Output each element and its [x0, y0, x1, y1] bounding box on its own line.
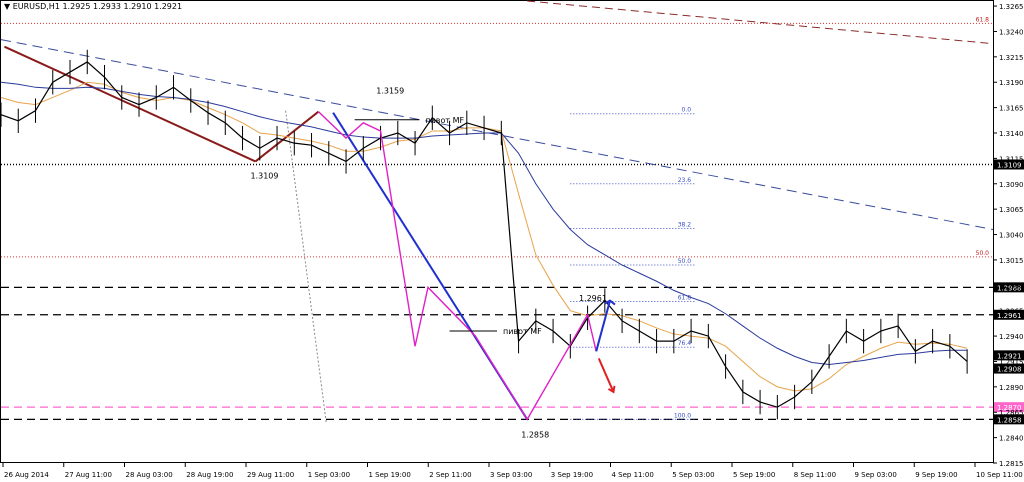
x-tick-label: 1 Sep 03:00 — [308, 471, 350, 479]
x-tick-label: 2 Sep 11:00 — [429, 471, 471, 479]
y-tick-label: 1.2990 — [999, 282, 1024, 290]
x-tick-label: 9 Sep 19:00 — [915, 471, 957, 479]
up-forecast-arrow — [595, 300, 611, 352]
red-level-label: 61.8 — [976, 16, 990, 23]
annotation-label: пивот MF — [503, 327, 542, 336]
fib-level-label: 100.0 — [674, 412, 691, 419]
x-tick-label: 9 Sep 03:00 — [855, 471, 897, 479]
annotation-label: 1.2858 — [521, 430, 549, 439]
upper-trendline — [527, 0, 994, 45]
y-tick-label: 1.2865 — [999, 409, 1024, 417]
fib-level-label: 23.6 — [678, 177, 692, 184]
x-tick-label: 10 Sep 11:00 — [976, 471, 1023, 479]
x-tick-label: 5 Sep 03:00 — [672, 471, 714, 479]
annotation-layer: 1.3159 1.3109 1.2961 1.2858 пивот MF пивот MF… — [250, 87, 1024, 439]
x-tick-label: 28 Aug 03:00 — [126, 471, 173, 479]
y-tick-label: 1.2965 — [999, 308, 1024, 316]
y-tick-label: 1.2815 — [999, 460, 1024, 468]
x-tick-label: 8 Sep 11:00 — [794, 471, 836, 479]
x-tick-label: 1 Sep 19:00 — [369, 471, 411, 479]
y-tick-label: 1.3090 — [999, 181, 1024, 189]
y-tick-label: 1.3115 — [999, 155, 1024, 163]
level-price-tag-text: 1.2858 — [997, 416, 1022, 424]
x-tick-label: 27 Aug 11:00 — [65, 471, 112, 479]
price-chart[interactable]: 61.850.01.31091.29881.29611.28701.2858 0… — [0, 0, 1024, 482]
x-tick-label: 3 Sep 03:00 — [490, 471, 532, 479]
x-tick-label: 4 Sep 11:00 — [612, 471, 654, 479]
y-tick-label: 1.2890 — [999, 384, 1024, 392]
y-tick-label: 1.3015 — [999, 257, 1024, 265]
annotation-label: 1.3109 — [250, 171, 278, 180]
annotation-label: пивот MF — [425, 116, 464, 125]
x-tick-label: 3 Sep 19:00 — [551, 471, 593, 479]
y-tick-label: 1.3140 — [999, 130, 1024, 138]
down-forecast-arrow — [597, 358, 615, 393]
price-line — [0, 61, 968, 408]
annotation-label: 1.3159 — [376, 87, 404, 96]
y-tick-label: 1.2940 — [999, 333, 1024, 341]
pattern-zigzag — [317, 111, 597, 421]
x-tick-label: 28 Aug 19:00 — [186, 471, 233, 479]
trendlines-layer — [0, 0, 994, 420]
x-tick-label: 26 Aug 2014 — [4, 471, 49, 479]
current-price-tag-text: 1.2908 — [997, 366, 1022, 374]
y-tick-label: 1.3215 — [999, 54, 1024, 62]
fib-level-label: 0.0 — [682, 107, 692, 114]
y-tick-label: 1.2840 — [999, 435, 1024, 443]
fib-level-label: 50.0 — [678, 258, 692, 265]
current-price-tag-text: 1.2921 — [997, 352, 1022, 360]
y-tick-label: 1.3240 — [999, 28, 1024, 36]
fibonacci-layer: 0.0 23.6 38.2 50.0 61.8 76.4 100.0 — [285, 107, 696, 423]
annotation-label: 1.2961 — [579, 294, 607, 303]
red-level-label: 50.0 — [976, 250, 990, 257]
y-tick-label: 1.3165 — [999, 105, 1024, 113]
fib-level-label: 76.4 — [678, 340, 692, 347]
x-tick-label: 29 Aug 11:00 — [247, 471, 294, 479]
fib-level-label: 61.8 — [678, 295, 692, 302]
fib-level-label: 38.2 — [678, 221, 692, 228]
y-tick-label: 1.3040 — [999, 232, 1024, 240]
y-tick-label: 1.3190 — [999, 79, 1024, 87]
levels-layer: 61.850.01.31091.29881.29611.28701.2858 — [1, 16, 1024, 425]
y-tick-label: 1.3265 — [999, 3, 1024, 11]
fib-anchor-line — [285, 110, 327, 423]
plot-frame — [0, 0, 994, 463]
y-tick-label: 1.3065 — [999, 206, 1024, 214]
descending-trendline — [0, 39, 994, 230]
x-tick-label: 5 Sep 19:00 — [733, 471, 775, 479]
